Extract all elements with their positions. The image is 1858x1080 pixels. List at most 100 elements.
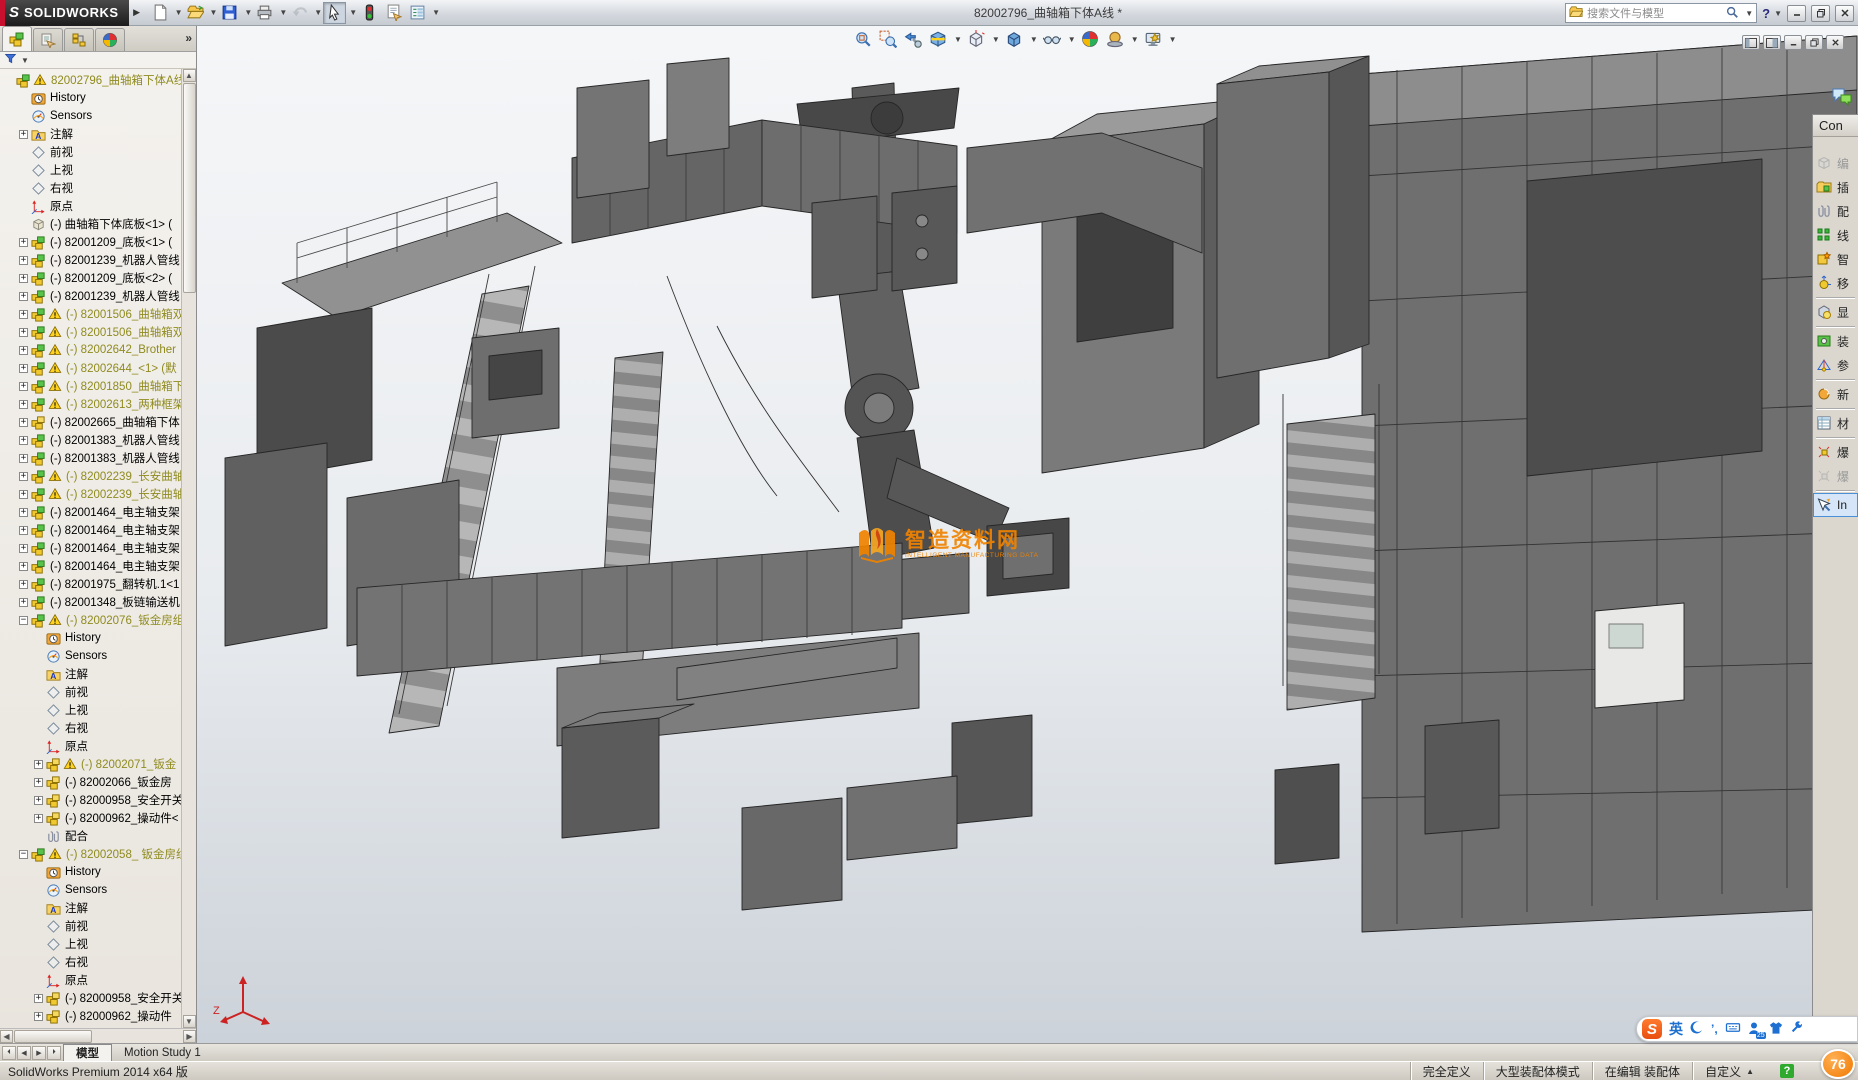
view-orientation-button-dropdown-arrow[interactable]: ▼ xyxy=(992,35,1000,44)
punctuation-icon[interactable]: ’, xyxy=(1711,1022,1718,1036)
expand-toggle[interactable]: + xyxy=(19,256,28,265)
expand-toggle[interactable]: + xyxy=(19,526,28,535)
tree-item[interactable]: 右视 xyxy=(2,179,181,197)
restore-button[interactable] xyxy=(1811,5,1830,22)
tree-item[interactable]: +(-) 82002239_长安曲轴 xyxy=(2,485,181,503)
command-s-bom[interactable]: 材 xyxy=(1813,411,1858,435)
expand-toggle[interactable]: + xyxy=(19,562,28,571)
tab-model[interactable]: 模型 xyxy=(63,1044,112,1061)
command-s-move[interactable]: 移 xyxy=(1813,271,1858,295)
rebuild-button[interactable] xyxy=(358,2,381,24)
expand-toggle[interactable]: − xyxy=(19,616,28,625)
minimize-button[interactable] xyxy=(1787,5,1806,22)
view-settings-button-dropdown-arrow[interactable]: ▼ xyxy=(1169,35,1177,44)
save-button-dropdown-arrow[interactable]: ▼ xyxy=(244,8,252,17)
first-tab-button[interactable]: ⏴ xyxy=(2,1046,16,1060)
scroll-thumb[interactable] xyxy=(183,83,196,293)
search-icon[interactable] xyxy=(1725,5,1739,22)
tree-item[interactable]: +(-) 82001348_板链输送机 xyxy=(2,593,181,611)
comments-icon[interactable] xyxy=(1832,88,1852,109)
tree-item[interactable]: +(-) 82001383_机器人管线 xyxy=(2,431,181,449)
expand-toggle[interactable]: + xyxy=(19,454,28,463)
tree-item[interactable]: 前视 xyxy=(2,683,181,701)
tree-horizontal-scrollbar[interactable]: ◀ ▶ xyxy=(0,1028,196,1043)
expand-toggle[interactable]: + xyxy=(19,130,28,139)
tree-item[interactable]: History xyxy=(2,89,181,107)
scroll-up-arrow[interactable]: ▲ xyxy=(183,69,196,82)
hide-show-items-button[interactable] xyxy=(1041,28,1063,50)
view-orientation-button[interactable] xyxy=(965,28,987,50)
tree-item[interactable]: +(-) 82001975_翻转机.1<1 xyxy=(2,575,181,593)
tree-item[interactable]: +(-) 82000958_安全开关 xyxy=(2,989,181,1007)
expand-toggle[interactable]: + xyxy=(19,274,28,283)
prev-tab-button[interactable]: ◀ xyxy=(17,1046,31,1060)
options-button[interactable] xyxy=(406,2,429,24)
tree-item[interactable]: History xyxy=(2,863,181,881)
expand-toggle[interactable]: + xyxy=(34,1012,43,1021)
expand-toggle[interactable]: + xyxy=(19,328,28,337)
hide-show-items-button-dropdown-arrow[interactable]: ▼ xyxy=(1068,35,1076,44)
configurationmanager-tab[interactable] xyxy=(64,28,94,51)
tree-item[interactable]: −(-) 82002076_钣金房组 xyxy=(2,611,181,629)
expand-toggle[interactable]: + xyxy=(34,760,43,769)
tree-item[interactable]: +(-) 82001506_曲轴箱双 xyxy=(2,305,181,323)
tree-item[interactable]: +(-) 82001239_机器人管线 xyxy=(2,251,181,269)
expand-toggle[interactable]: + xyxy=(19,238,28,247)
tree-item[interactable]: 右视 xyxy=(2,719,181,737)
tree-item[interactable]: +(-) 82000958_安全开关 xyxy=(2,791,181,809)
search-input[interactable]: 搜索文件与模型 ▼ xyxy=(1565,3,1757,23)
moon-icon[interactable] xyxy=(1690,1021,1704,1038)
command-s-asmfeat[interactable]: 装 xyxy=(1813,329,1858,353)
apply-scene-button[interactable] xyxy=(1104,28,1126,50)
ime-language-toggle[interactable]: 英 xyxy=(1669,1019,1683,1039)
tree-item[interactable]: 上视 xyxy=(2,935,181,953)
tree-item[interactable]: 配合 xyxy=(2,827,181,845)
expand-toggle[interactable]: + xyxy=(19,418,28,427)
graphics-area[interactable]: ▼▼▼▼▼▼ 智 xyxy=(197,26,1858,1043)
doc-restore-button[interactable] xyxy=(1805,35,1823,50)
quick-tips-icon[interactable]: ? xyxy=(1780,1064,1794,1078)
tree-item[interactable]: +(-) 82002071_钣金 xyxy=(2,755,181,773)
tree-item[interactable]: 上视 xyxy=(2,161,181,179)
command-s-ref[interactable]: 参 xyxy=(1813,353,1858,377)
tree-vertical-scrollbar[interactable]: ▲ ▼ xyxy=(181,69,196,1028)
tile-left-icon[interactable] xyxy=(1742,35,1760,50)
tree-item[interactable]: +(-) 82001209_底板<2> ( xyxy=(2,269,181,287)
command-s-pattern[interactable]: 线 xyxy=(1813,223,1858,247)
sogou-icon[interactable]: S xyxy=(1642,1019,1662,1039)
command-s-motion[interactable]: 新 xyxy=(1813,382,1858,406)
tree-item[interactable]: 右视 xyxy=(2,953,181,971)
apply-scene-button-dropdown-arrow[interactable]: ▼ xyxy=(1131,35,1139,44)
tree-item[interactable]: 原点 xyxy=(2,737,181,755)
file-properties-button[interactable] xyxy=(382,2,405,24)
scroll-down-arrow[interactable]: ▼ xyxy=(183,1015,196,1028)
select-button[interactable] xyxy=(323,2,346,24)
menu-flyout-arrow[interactable]: ▶ xyxy=(131,2,143,24)
zoom-to-area-button[interactable] xyxy=(877,28,899,50)
expand-toggle[interactable]: + xyxy=(34,778,43,787)
tree-item[interactable]: 原点 xyxy=(2,197,181,215)
edit-appearance-button[interactable] xyxy=(1079,28,1101,50)
tree-item[interactable]: −(-) 82002058_ 钣金房组 xyxy=(2,845,181,863)
command-s-insert[interactable]: 插 xyxy=(1813,175,1858,199)
scroll-right-arrow[interactable]: ▶ xyxy=(183,1030,196,1043)
save-button[interactable] xyxy=(218,2,241,24)
command-s-smart[interactable]: 智 xyxy=(1813,247,1858,271)
print-button-dropdown-arrow[interactable]: ▼ xyxy=(279,8,287,17)
display-style-button[interactable] xyxy=(1003,28,1025,50)
tree-item[interactable]: +(-) 82001209_底板<1> ( xyxy=(2,233,181,251)
expand-toggle[interactable]: + xyxy=(19,382,28,391)
tree-item[interactable]: +(-) 82001464_电主轴支架 xyxy=(2,503,181,521)
expand-toggle[interactable]: + xyxy=(19,472,28,481)
options-button-dropdown-arrow[interactable]: ▼ xyxy=(432,8,440,17)
section-view-button[interactable] xyxy=(927,28,949,50)
expand-toggle[interactable]: + xyxy=(34,994,43,1003)
next-tab-button[interactable]: ▶ xyxy=(32,1046,46,1060)
expand-toggle[interactable]: + xyxy=(19,310,28,319)
tree-item[interactable]: +(-) 82002644_<1> (默 xyxy=(2,359,181,377)
help-button[interactable]: ?▼ xyxy=(1762,6,1782,21)
last-tab-button[interactable]: ⏵ xyxy=(47,1046,61,1060)
doc-minimize-button[interactable] xyxy=(1784,35,1802,50)
filter-dropdown-arrow[interactable]: ▼ xyxy=(21,56,29,65)
tab-motion-study[interactable]: Motion Study 1 xyxy=(112,1044,213,1061)
